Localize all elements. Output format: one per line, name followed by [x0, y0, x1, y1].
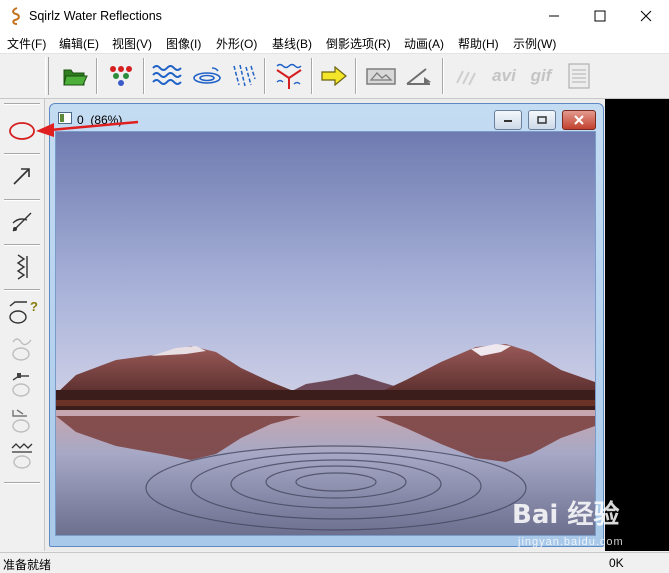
baseline-button[interactable]: [272, 59, 306, 93]
toolbox-separator: [4, 153, 40, 155]
zigzag-icon: [16, 254, 28, 280]
status-indicator: 0K: [609, 556, 624, 570]
toolbox-separator: [4, 103, 40, 105]
toolbox-separator: [4, 199, 40, 201]
streaks-button[interactable]: [450, 59, 484, 93]
waves-button[interactable]: [150, 59, 184, 93]
app-logo-icon: [12, 7, 20, 25]
image-document-window[interactable]: 0 (86%): [49, 103, 604, 547]
avi-icon: avi: [492, 66, 516, 85]
wave-shape-3-icon: [12, 409, 30, 433]
toolbar-separator: [355, 58, 357, 94]
toolbar-separator: [442, 58, 444, 94]
toolbox-separator: [4, 289, 40, 291]
menu-examples[interactable]: 示例(W): [513, 35, 556, 52]
streaks-icon: [456, 70, 476, 86]
lake-mountain-image: [56, 132, 595, 535]
rain-button[interactable]: [227, 59, 261, 93]
menu-baseline[interactable]: 基线(B): [272, 35, 312, 52]
gif-export-button[interactable]: gif: [524, 59, 558, 93]
close-icon: [574, 115, 584, 125]
colors-button[interactable]: [104, 59, 138, 93]
title-bar: Sqirlz Water Reflections: [0, 0, 669, 32]
rain-icon: [233, 64, 256, 87]
gif-icon: gif: [530, 66, 552, 85]
toolbar-separator: [96, 58, 98, 94]
menu-help[interactable]: 帮助(H): [458, 35, 499, 52]
document-button[interactable]: [562, 59, 596, 93]
open-folder-icon: [63, 69, 88, 86]
doc-close-button[interactable]: [562, 110, 596, 130]
color-dots-icon: [110, 66, 132, 86]
status-bar: 准备就绪 0K: [0, 552, 669, 572]
doc-minimize-button[interactable]: [494, 110, 522, 130]
ripples-button[interactable]: [190, 59, 224, 93]
minimize-button[interactable]: [531, 0, 577, 32]
apply-button[interactable]: [317, 59, 351, 93]
arrow-icon: [13, 168, 30, 185]
wave-shape-tool-2[interactable]: [4, 367, 40, 401]
open-button[interactable]: [58, 59, 92, 93]
waves-icon: [152, 65, 182, 85]
wave-shape-tool-3[interactable]: [4, 403, 40, 437]
doc-maximize-button[interactable]: [528, 110, 556, 130]
annotation-arrow: [36, 120, 139, 137]
document-icon: [568, 63, 590, 89]
menu-bar: 文件(F) 编辑(E) 视图(V) 图像(I) 外形(O) 基线(B) 倒影选项…: [0, 32, 669, 54]
landscape-photo[interactable]: [55, 131, 596, 536]
ripples-icon: [193, 67, 221, 84]
tool-palette: ?: [0, 99, 45, 551]
arrow-tool[interactable]: [4, 159, 40, 193]
toolbar-separator: [311, 58, 313, 94]
arrow-right-icon: [321, 65, 347, 87]
toolbox-separator: [4, 244, 40, 246]
avi-export-button[interactable]: avi: [487, 59, 521, 93]
line-cut-tool[interactable]: [4, 205, 40, 239]
close-button[interactable]: [623, 0, 669, 32]
toolbar-separator: [264, 58, 266, 94]
wave-shape-tool[interactable]: [4, 331, 40, 365]
wave-shape-icon: [12, 338, 32, 361]
angle-icon: [406, 68, 431, 85]
watermark-url: jingyan.baidu.com: [518, 536, 624, 548]
window-title: Sqirlz Water Reflections: [29, 9, 162, 23]
minimize-icon: [504, 120, 512, 122]
maximize-button[interactable]: [577, 0, 623, 32]
zigzag-tool[interactable]: [4, 250, 40, 284]
wave-shape-2-icon: [12, 373, 30, 397]
toolbox-separator: [4, 482, 40, 484]
menu-animation[interactable]: 动画(A): [404, 35, 444, 52]
shape-help-tool[interactable]: ?: [4, 295, 40, 329]
reflection-frame-button[interactable]: [364, 59, 398, 93]
menu-file[interactable]: 文件(F): [7, 35, 46, 52]
toolbar-separator: [143, 58, 145, 94]
baseline-icon: [276, 63, 302, 89]
wave-shape-tool-4[interactable]: [4, 439, 40, 473]
reflection-frame-icon: [366, 68, 396, 85]
close-icon: [640, 10, 652, 22]
restore-icon: [537, 116, 547, 124]
status-text: 准备就绪: [3, 558, 52, 572]
menu-image[interactable]: 图像(I): [166, 35, 201, 52]
maximize-icon: [594, 10, 606, 22]
menu-reflection-options[interactable]: 倒影选项(R): [326, 35, 391, 52]
main-toolbar: avi gif: [0, 54, 669, 99]
baidu-watermark: Bai 经验 jingyan.baidu.com: [506, 494, 656, 554]
menu-edit[interactable]: 编辑(E): [59, 35, 99, 52]
minimize-icon: [549, 15, 559, 17]
menu-shape[interactable]: 外形(O): [216, 35, 257, 52]
line-cut-icon: [12, 212, 32, 232]
help-mark: ?: [30, 299, 38, 314]
watermark-logo: Bai 经验: [512, 500, 620, 530]
angle-button[interactable]: [402, 59, 436, 93]
toolbar-gripper[interactable]: [45, 57, 49, 95]
wave-shape-4-icon: [11, 443, 33, 469]
menu-view[interactable]: 视图(V): [112, 35, 152, 52]
